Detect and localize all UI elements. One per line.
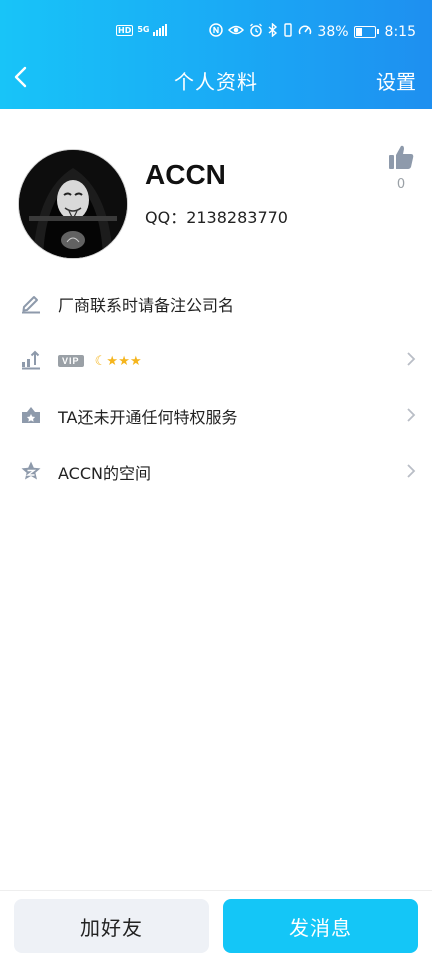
star-icon: ★ xyxy=(118,353,130,369)
chevron-right-icon xyxy=(407,464,416,478)
star-icon: ★ xyxy=(130,353,142,369)
hd-voice-icon: HD xyxy=(116,24,134,36)
username: ACCN xyxy=(145,159,226,190)
moon-icon: ☾ xyxy=(94,353,107,369)
qzone-row[interactable]: ACCN的空间 xyxy=(0,444,432,500)
network-indicators: HD 5G xyxy=(116,24,168,36)
system-indicators: 38% 8:15 xyxy=(209,22,416,41)
battery-icon xyxy=(353,26,379,38)
star-icon: ★ xyxy=(106,353,118,369)
battery-percent: 38% xyxy=(317,24,349,40)
signal-strength-icon xyxy=(153,24,168,36)
level-content: VIP ☾ ★ ★ ★ xyxy=(58,351,142,370)
settings-button[interactable]: 设置 xyxy=(376,66,416,95)
bluetooth-icon xyxy=(268,22,278,41)
chevron-right-icon xyxy=(407,352,416,366)
hooded-mask-avatar-icon xyxy=(19,150,127,258)
qq-number: QQ：2138283770 xyxy=(145,208,288,227)
alarm-icon xyxy=(249,23,263,41)
qzone-star-icon xyxy=(21,461,41,480)
eye-comfort-icon xyxy=(228,24,245,40)
pencil-icon xyxy=(22,296,40,314)
page-title: 个人资料 xyxy=(174,70,258,94)
status-bar: HD 5G 38% 8:15 xyxy=(0,0,432,64)
nfc-icon xyxy=(209,23,224,41)
signature-text: 厂商联系时请备注公司名 xyxy=(58,296,235,315)
level-up-icon xyxy=(22,350,40,370)
status-time: 8:15 xyxy=(384,24,416,40)
like-count: 0 xyxy=(396,177,406,192)
privilege-text: TA还未开通任何特权服务 xyxy=(58,408,238,427)
qq-level-icons: ☾ ★ ★ ★ xyxy=(94,353,142,369)
network-type-label: 5G xyxy=(137,25,150,34)
qzone-text: ACCN的空间 xyxy=(58,464,151,483)
like-button[interactable]: 0 xyxy=(386,143,416,192)
privilege-row[interactable]: TA还未开通任何特权服务 xyxy=(0,388,432,444)
add-friend-button[interactable]: 加好友 xyxy=(14,899,209,953)
send-message-button[interactable]: 发消息 xyxy=(223,899,418,953)
chevron-right-icon xyxy=(407,408,416,422)
header-bar: HD 5G 38% 8:15 个人资料 设置 xyxy=(0,0,432,109)
vip-badge: VIP xyxy=(58,355,84,367)
thumbs-up-icon xyxy=(389,145,414,169)
avatar[interactable] xyxy=(18,149,128,259)
level-row[interactable]: VIP ☾ ★ ★ ★ xyxy=(0,332,432,388)
profile-info-list: 厂商联系时请备注公司名 VIP ☾ ★ ★ ★ TA还未开通任何特权服务 ACC… xyxy=(0,276,432,500)
bottom-action-bar: 加好友 发消息 xyxy=(0,890,432,961)
vibrate-icon xyxy=(283,23,293,41)
signature-row: 厂商联系时请备注公司名 xyxy=(0,276,432,332)
data-saver-icon xyxy=(298,23,312,41)
privilege-icon xyxy=(22,407,40,423)
